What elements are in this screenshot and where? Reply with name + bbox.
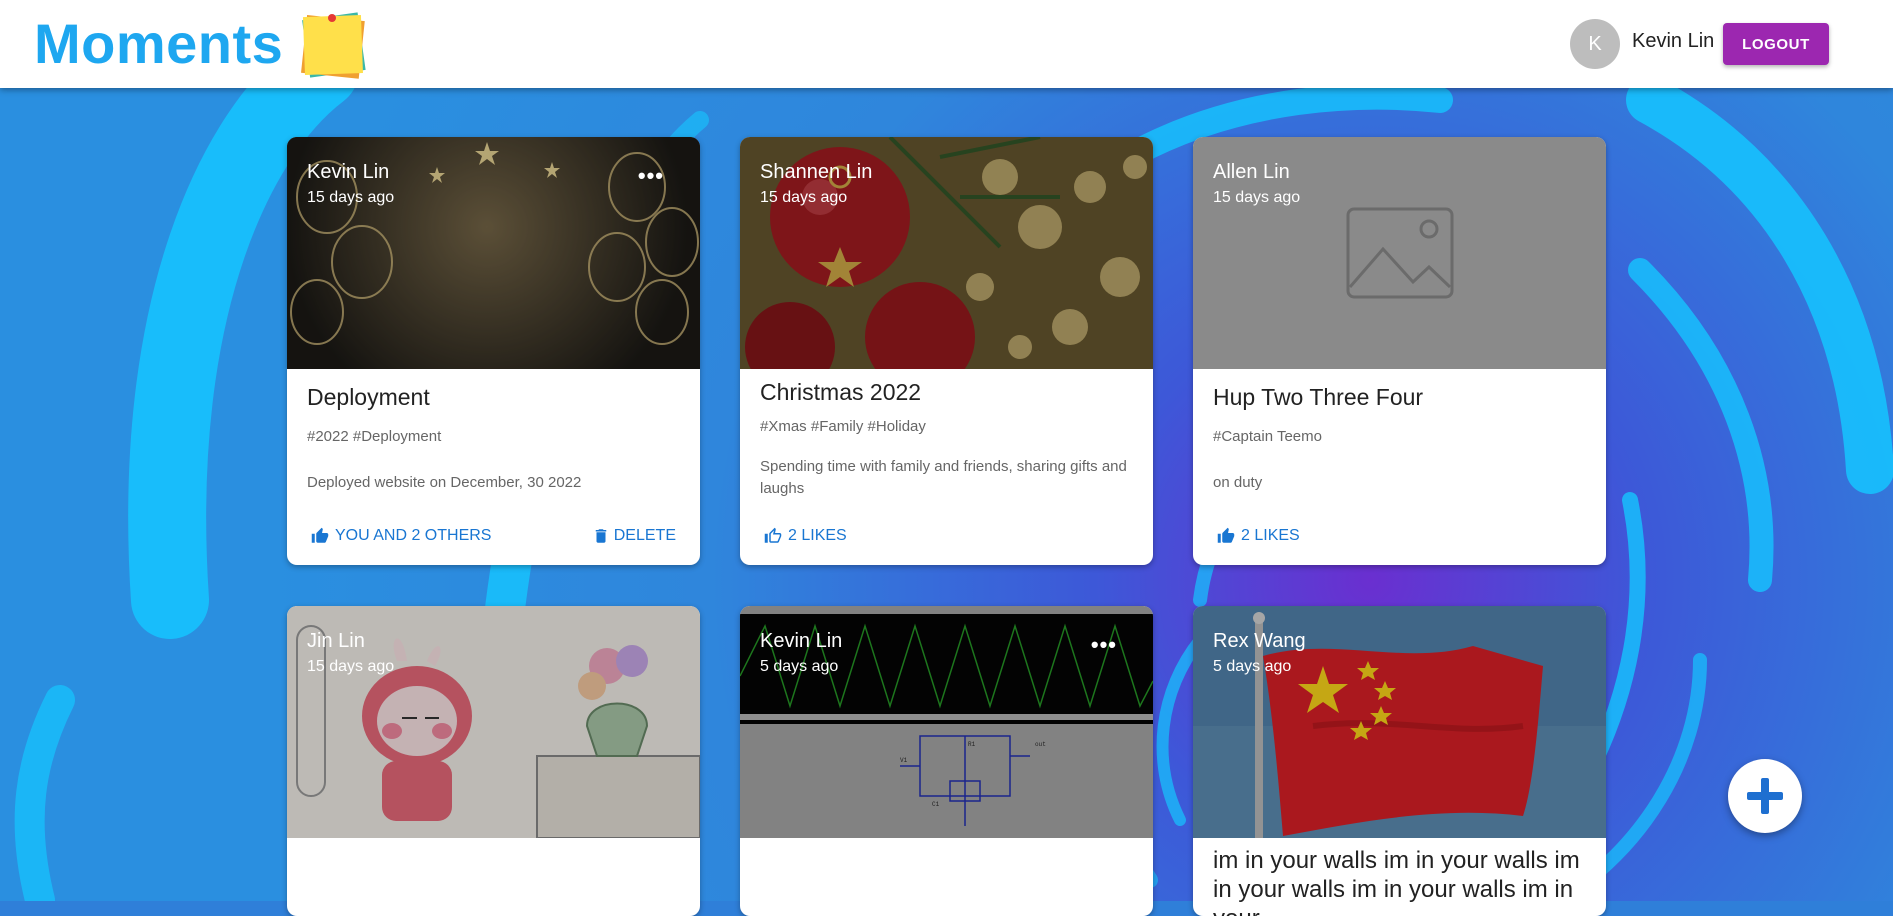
post-image: Kevin Lin 15 days ago ••• [287,137,700,369]
plus-icon [1747,778,1783,814]
app-header: Moments K Kevin Lin LOGOUT [0,0,1893,88]
post-time: 15 days ago [1213,189,1301,206]
sticky-notes-logo [301,12,366,79]
post-author: Allen Lin [1213,161,1290,183]
post-image: R1 V1 C1 out Kevin Lin 5 days ago ••• [740,606,1153,838]
post-time: 5 days ago [760,658,839,675]
post-author: Jin Lin [307,630,365,652]
post-card[interactable]: R1 V1 C1 out Kevin Lin 5 days ago ••• [740,606,1153,916]
post-message: Deployed website on December, 30 2022 [307,474,582,491]
post-author: Kevin Lin [760,630,843,652]
trash-icon [595,529,606,543]
post-tags: #Xmas #Family #Holiday [760,418,926,435]
post-title: im in your walls im in your walls im in … [1213,847,1580,916]
post-card[interactable]: Rex Wang 5 days ago im in your walls im … [1193,606,1606,916]
more-options-icon[interactable]: ••• [638,163,664,189]
post-tags: #2022 #Deployment [307,428,442,445]
post-image: Jin Lin 15 days ago [287,606,700,838]
post-card[interactable]: Shannen Lin 15 days ago Christmas 2022 #… [740,137,1153,565]
post-time: 5 days ago [1213,658,1292,675]
like-count: YOU AND 2 OTHERS [335,527,492,544]
post-message: Spending time with family and friends, s… [760,458,1127,497]
like-button[interactable]: YOU AND 2 OTHERS [311,527,491,545]
user-name: Kevin Lin [1632,30,1715,52]
like-button[interactable]: 2 LIKES [764,527,847,545]
post-time: 15 days ago [760,189,848,206]
add-post-button[interactable] [1728,759,1802,833]
avatar[interactable]: K [1570,19,1620,69]
post-card[interactable]: Allen Lin 15 days ago Hup Two Three Four… [1193,137,1606,565]
post-title: Christmas 2022 [760,379,922,405]
post-author: Kevin Lin [307,161,390,183]
post-actions: 2 LIKES [1213,527,1586,555]
post-author: Shannen Lin [760,161,873,183]
brand-title[interactable]: Moments [34,10,283,78]
post-card[interactable]: Kevin Lin 15 days ago ••• Deployment #20… [287,137,700,565]
post-image: Allen Lin 15 days ago [1193,137,1606,369]
like-button[interactable]: 2 LIKES [1217,527,1300,545]
thumb-up-icon [311,527,329,543]
post-card[interactable]: Jin Lin 15 days ago [287,606,700,916]
post-message: on duty [1213,474,1263,491]
thumb-up-outline-icon [764,527,782,543]
more-options-icon[interactable]: ••• [1091,632,1117,658]
thumb-up-icon [1217,527,1235,543]
post-title: Hup Two Three Four [1213,384,1424,410]
delete-button[interactable]: DELETE [592,527,676,545]
like-count: 2 LIKES [788,527,847,544]
post-time: 15 days ago [307,189,395,206]
logout-button[interactable]: LOGOUT [1723,23,1829,65]
delete-label: DELETE [613,527,676,544]
post-actions: 2 LIKES [760,527,1133,555]
post-image: Rex Wang 5 days ago [1193,606,1606,838]
like-count: 2 LIKES [1241,527,1300,544]
post-time: 15 days ago [307,658,395,675]
post-author: Rex Wang [1213,630,1306,652]
post-title: Deployment [307,384,430,410]
post-image: Shannen Lin 15 days ago [740,137,1153,369]
post-tags: #Captain Teemo [1213,428,1322,445]
post-actions: YOU AND 2 OTHERS DELETE [307,527,680,555]
